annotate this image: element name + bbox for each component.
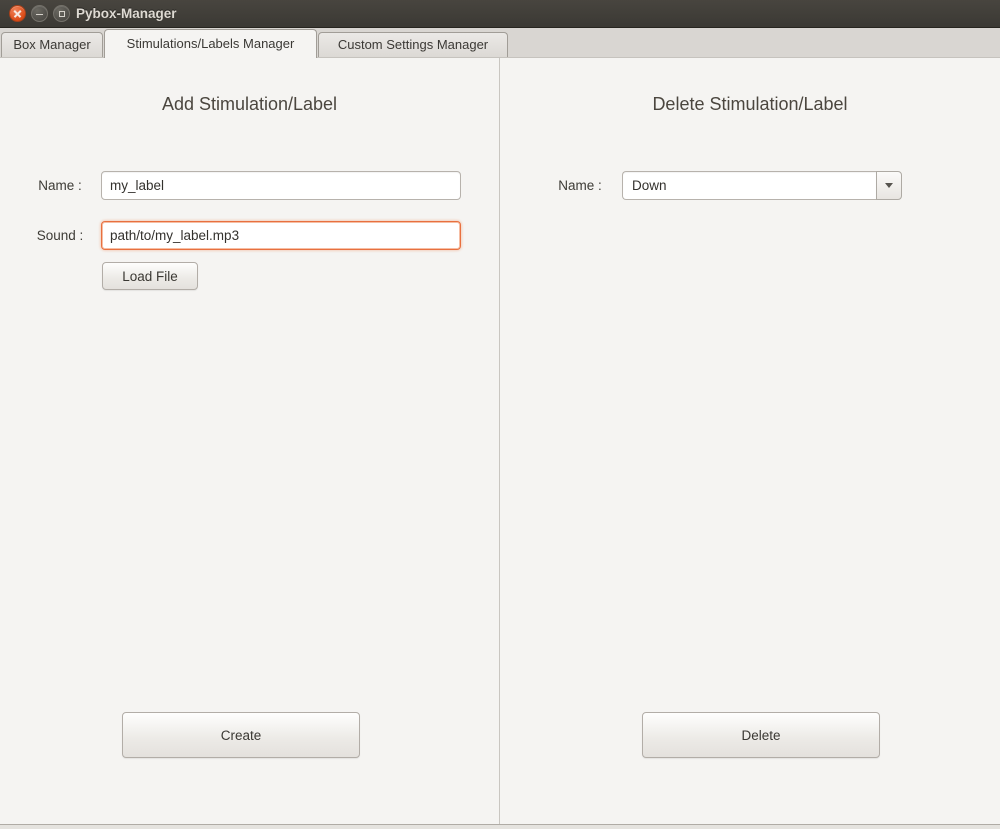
- titlebar[interactable]: Pybox-Manager: [0, 0, 1000, 28]
- content-area: Add Stimulation/Label Name : Sound : Loa…: [0, 57, 1000, 824]
- chevron-down-icon: [885, 183, 893, 188]
- name-label: Name :: [545, 178, 615, 193]
- delete-button[interactable]: Delete: [642, 712, 880, 758]
- name-input[interactable]: [101, 171, 461, 200]
- tab-box-manager[interactable]: Box Manager: [1, 32, 103, 57]
- name-label: Name :: [25, 178, 95, 193]
- load-file-button[interactable]: Load File: [102, 262, 198, 290]
- sound-label: Sound :: [25, 228, 95, 243]
- dropdown-arrow-button[interactable]: [876, 171, 902, 200]
- add-stimulation-panel: Add Stimulation/Label Name : Sound : Loa…: [0, 58, 500, 824]
- window-bottom-edge: [0, 824, 1000, 829]
- minimize-icon: [36, 14, 43, 16]
- maximize-button[interactable]: [53, 5, 70, 22]
- delete-stimulation-panel: Delete Stimulation/Label Name : Down Del…: [500, 58, 1000, 824]
- tab-bar: Box Manager Stimulations/Labels Manager …: [0, 28, 1000, 57]
- sound-input[interactable]: [101, 221, 461, 250]
- close-icon: [14, 10, 21, 17]
- dropdown-selected-value: Down: [622, 171, 876, 200]
- tab-stimulations-labels-manager[interactable]: Stimulations/Labels Manager: [104, 29, 317, 58]
- add-panel-title: Add Stimulation/Label: [0, 94, 499, 115]
- maximize-icon: [59, 11, 65, 17]
- app-window: Pybox-Manager Box Manager Stimulations/L…: [0, 0, 1000, 829]
- create-button[interactable]: Create: [122, 712, 360, 758]
- close-button[interactable]: [9, 5, 26, 22]
- delete-panel-title: Delete Stimulation/Label: [500, 94, 1000, 115]
- window-title: Pybox-Manager: [76, 0, 177, 28]
- minimize-button[interactable]: [31, 5, 48, 22]
- name-dropdown[interactable]: Down: [622, 171, 902, 200]
- tab-custom-settings-manager[interactable]: Custom Settings Manager: [318, 32, 508, 57]
